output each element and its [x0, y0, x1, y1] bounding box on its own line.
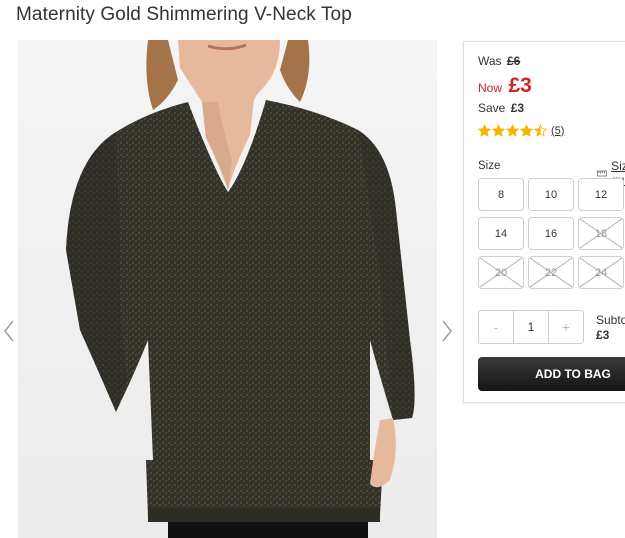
- review-count-link[interactable]: (5): [551, 125, 564, 137]
- chevron-right-icon: [442, 320, 452, 342]
- was-price: £6: [506, 54, 521, 68]
- size-option-label: 18: [594, 227, 608, 240]
- size-option-8[interactable]: 8: [478, 178, 524, 211]
- size-option-10[interactable]: 10: [528, 178, 574, 211]
- carousel-next-button[interactable]: [440, 318, 454, 344]
- was-price-row: Was £6: [478, 54, 520, 68]
- size-option-label: 16: [544, 227, 558, 240]
- size-option-24[interactable]: 24: [578, 256, 624, 289]
- subtotal-value: £3: [596, 328, 610, 342]
- star-icon: [478, 124, 491, 137]
- page-title: Maternity Gold Shimmering V-Neck Top: [16, 4, 352, 25]
- size-option-12[interactable]: 12: [578, 178, 624, 211]
- size-option-label: 12: [594, 188, 608, 201]
- add-to-bag-button[interactable]: ADD TO BAG: [478, 357, 625, 391]
- rating: (5): [478, 124, 564, 137]
- size-option-label: 24: [594, 266, 608, 279]
- size-option-14[interactable]: 14: [478, 217, 524, 250]
- save-label: Save: [478, 101, 506, 115]
- subtotal-label: Subtotal: [596, 313, 625, 327]
- was-label: Was: [478, 54, 502, 68]
- now-price: £3: [508, 74, 532, 97]
- size-option-18[interactable]: 18: [578, 217, 624, 250]
- star-icon: [506, 124, 519, 137]
- size-option-22[interactable]: 22: [528, 256, 574, 289]
- quantity-increase-button[interactable]: +: [549, 311, 583, 343]
- quantity-decrease-button[interactable]: -: [479, 311, 513, 343]
- quantity-input[interactable]: 1: [513, 311, 549, 343]
- save-row: Save £3: [478, 101, 524, 115]
- purchase-panel: Was £6 Now £3 Save £3 (5) Size Size guid…: [463, 41, 625, 403]
- save-amount: £3: [510, 101, 525, 115]
- star-icon: [520, 124, 533, 137]
- size-option-label: 22: [544, 266, 558, 279]
- star-icon: [492, 124, 505, 137]
- size-label: Size: [478, 160, 501, 172]
- product-image[interactable]: [18, 40, 437, 538]
- star-rating: [478, 124, 548, 137]
- size-option-label: 10: [544, 188, 558, 201]
- size-option-20[interactable]: 20: [478, 256, 524, 289]
- size-option-label: 20: [494, 266, 508, 279]
- quantity-stepper: - 1 +: [478, 310, 584, 344]
- now-price-row: Now £3: [478, 74, 532, 98]
- size-option-label: 8: [497, 188, 505, 201]
- carousel-prev-button[interactable]: [2, 318, 16, 344]
- now-label: Now: [478, 81, 503, 95]
- size-option-label: 14: [494, 227, 508, 240]
- size-option-16[interactable]: 16: [528, 217, 574, 250]
- star-icon: [534, 124, 547, 137]
- chevron-left-icon: [4, 320, 14, 342]
- ruler-icon: [597, 170, 608, 176]
